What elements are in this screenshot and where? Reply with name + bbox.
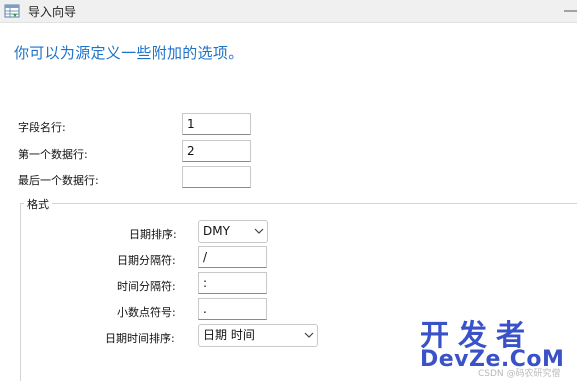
- time-delimiter-input[interactable]: :: [198, 272, 267, 294]
- date-order-value: DMY: [203, 224, 230, 238]
- first-data-row-input[interactable]: 2: [182, 140, 251, 162]
- page-headline: 你可以为源定义一些附加的选项。: [14, 44, 244, 62]
- datetime-order-value: 日期 时间: [203, 328, 255, 342]
- title-bar: 导入向导: [0, 0, 577, 23]
- table-import-icon: [4, 4, 20, 18]
- decimal-symbol-label: 小数点符号:: [117, 306, 176, 319]
- format-group-border: [20, 203, 577, 204]
- last-data-row-input[interactable]: [182, 166, 251, 188]
- chevron-down-icon: [254, 228, 264, 234]
- field-name-row-label: 字段名行:: [18, 121, 66, 134]
- datetime-order-select[interactable]: 日期 时间: [198, 324, 318, 347]
- last-data-row-label: 最后一个数据行:: [18, 174, 99, 187]
- time-delimiter-label: 时间分隔符:: [117, 280, 176, 293]
- format-group-border-left: [20, 203, 21, 381]
- close-icon[interactable]: [559, 2, 577, 20]
- format-group-title: 格式: [24, 196, 52, 212]
- date-order-select[interactable]: DMY: [198, 220, 268, 243]
- datetime-order-label: 日期时间排序:: [105, 332, 175, 345]
- decimal-symbol-input[interactable]: .: [198, 298, 267, 320]
- watermark-csdn: CSDN @码农研究僧: [478, 369, 561, 379]
- field-name-row-input[interactable]: 1: [182, 113, 251, 135]
- date-order-label: 日期排序:: [129, 228, 177, 241]
- date-delimiter-label: 日期分隔符:: [117, 254, 176, 267]
- first-data-row-label: 第一个数据行:: [18, 148, 88, 161]
- window-title: 导入向导: [28, 5, 77, 19]
- chevron-down-icon: [304, 332, 314, 338]
- date-delimiter-input[interactable]: /: [198, 246, 267, 268]
